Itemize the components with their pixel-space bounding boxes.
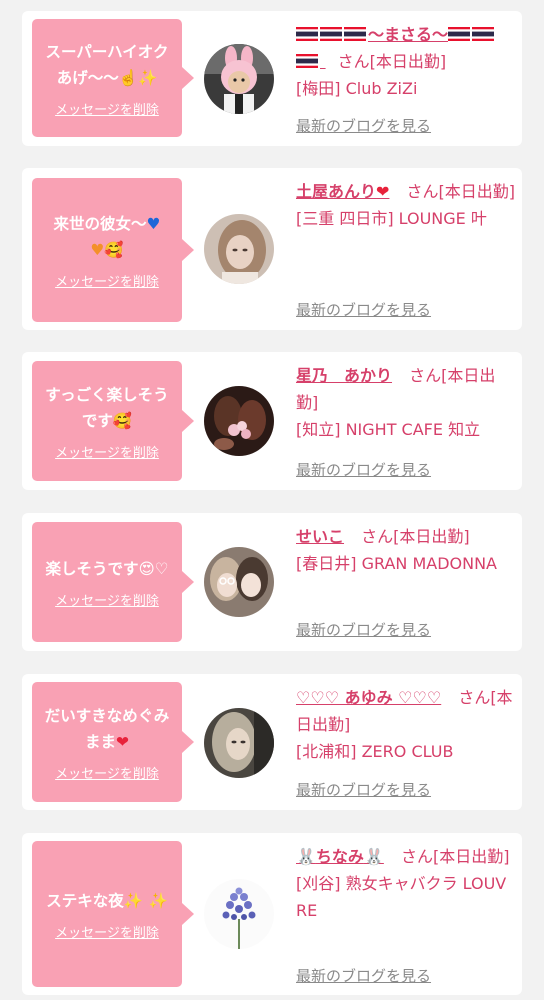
shop-name: [北浦和] ZERO CLUB bbox=[296, 742, 454, 761]
shop-name: [春日井] GRAN MADONNA bbox=[296, 554, 497, 573]
cast-name-text: 〜まさる〜 bbox=[368, 25, 449, 44]
message-card: スーパーハイオクあげ〜〜☝️✨ メッセージを削除 〜まさる〜 さん[本日出勤] … bbox=[22, 11, 522, 146]
message-bubble: だいすきなめぐみまま❤ メッセージを削除 bbox=[32, 682, 194, 802]
message-text-line: 来世の彼女〜 bbox=[53, 214, 147, 233]
message-text: ステキな夜✨ ✨ bbox=[46, 891, 168, 910]
message-card: だいすきなめぐみまま❤ メッセージを削除 ♡♡♡ あゆみ ♡♡♡ さん[本日出勤… bbox=[22, 674, 522, 810]
latest-blog-link[interactable]: 最新のブログを見る bbox=[296, 115, 431, 136]
red-heart-icon: ❤ bbox=[376, 182, 390, 201]
delete-message-link[interactable]: メッセージを削除 bbox=[55, 590, 159, 609]
rabbit-icon: 🐰 bbox=[363, 847, 384, 866]
cast-name-text: ちなみ bbox=[315, 847, 364, 866]
message-text-line: 🥰 bbox=[104, 240, 124, 259]
cast-status: さん[本日出勤] bbox=[406, 182, 516, 201]
blurred-woman-avatar-icon[interactable] bbox=[204, 708, 274, 778]
message-bubble: 来世の彼女〜♥ ♥🥰 メッセージを削除 bbox=[32, 178, 194, 322]
cast-name-link[interactable]: ♡♡♡ あゆみ ♡♡♡ bbox=[296, 688, 441, 707]
delete-message-link[interactable]: メッセージを削除 bbox=[55, 442, 159, 461]
cast-info: 土屋あんり❤ さん[本日出勤] [三重 四日市] LOUNGE 叶 bbox=[296, 178, 516, 232]
cast-info: せいこ さん[本日出勤] [春日井] GRAN MADONNA bbox=[296, 523, 516, 577]
cast-name-link[interactable]: せいこ bbox=[296, 527, 344, 546]
message-text: 来世の彼女〜♥ ♥🥰 bbox=[54, 211, 161, 263]
delete-message-link[interactable]: メッセージを削除 bbox=[55, 99, 159, 118]
cast-info: 🐰ちなみ🐰 さん[本日出勤] [刈谷] 熟女キャバクラ LOUVRE bbox=[296, 843, 516, 924]
cast-status: さん[本日出勤] bbox=[337, 52, 447, 71]
purple-flower-avatar-icon[interactable] bbox=[204, 879, 274, 949]
latest-blog-link[interactable]: 最新のブログを見る bbox=[296, 619, 431, 640]
blue-heart-icon: ♥ bbox=[146, 214, 161, 233]
message-card: ステキな夜✨ ✨ メッセージを削除 🐰ちなみ🐰 さん[本日出勤] [刈谷] 熟女… bbox=[22, 833, 522, 995]
delete-message-link[interactable]: メッセージを削除 bbox=[55, 922, 159, 941]
latest-blog-link[interactable]: 最新のブログを見る bbox=[296, 965, 431, 986]
red-heart-icon: ❤ bbox=[116, 732, 129, 751]
latest-blog-link[interactable]: 最新のブログを見る bbox=[296, 779, 431, 800]
rabbit-icon: 🐰 bbox=[296, 847, 316, 866]
bunny-hat-person-avatar-icon[interactable] bbox=[204, 44, 274, 114]
message-bubble: ステキな夜✨ ✨ メッセージを削除 bbox=[32, 841, 194, 987]
thailand-flag-icon bbox=[448, 27, 471, 41]
message-text: 楽しそうです😍♡ bbox=[45, 559, 169, 578]
delete-message-link[interactable]: メッセージを削除 bbox=[55, 763, 159, 782]
cast-name-link[interactable]: 星乃 あかり bbox=[296, 366, 392, 385]
two-women-avatar-icon[interactable] bbox=[204, 547, 274, 617]
message-bubble: 楽しそうです😍♡ メッセージを削除 bbox=[32, 522, 194, 642]
message-text: だいすきなめぐみまま❤ bbox=[38, 703, 176, 755]
thailand-flag-icon bbox=[296, 27, 318, 41]
dark-photo-avatar-icon[interactable] bbox=[204, 386, 274, 456]
latest-blog-link[interactable]: 最新のブログを見る bbox=[296, 299, 431, 320]
message-text: スーパーハイオクあげ〜〜☝️✨ bbox=[45, 42, 169, 87]
message-card: 来世の彼女〜♥ ♥🥰 メッセージを削除 土屋あんり❤ さん[本日出勤] [三重 … bbox=[22, 168, 522, 330]
thailand-flag-icon bbox=[296, 54, 318, 68]
cast-info: 〜まさる〜 さん[本日出勤] [梅田] Club ZiZi bbox=[296, 21, 516, 102]
cast-info: 星乃 あかり さん[本日出勤] [知立] NIGHT CAFE 知立 bbox=[296, 362, 516, 443]
shop-name: [知立] NIGHT CAFE 知立 bbox=[296, 420, 481, 439]
thailand-flag-icon bbox=[320, 27, 342, 41]
orange-heart-icon: ♥ bbox=[90, 240, 105, 259]
delete-message-link[interactable]: メッセージを削除 bbox=[55, 271, 159, 290]
shop-name: [刈谷] 熟女キャバクラ LOUVRE bbox=[296, 874, 507, 920]
cast-name-text: 土屋あんり bbox=[296, 182, 377, 201]
thailand-flag-icon bbox=[472, 27, 495, 41]
cast-status: さん[本日出勤] bbox=[400, 847, 510, 866]
message-bubble: スーパーハイオクあげ〜〜☝️✨ メッセージを削除 bbox=[32, 19, 194, 137]
latest-blog-link[interactable]: 最新のブログを見る bbox=[296, 459, 431, 480]
message-bubble: すっごく楽しそうです🥰 メッセージを削除 bbox=[32, 361, 194, 481]
message-text-line: だいすきなめぐみまま bbox=[44, 706, 170, 751]
cast-name-link[interactable]: 🐰ちなみ🐰 bbox=[296, 847, 384, 866]
cast-info: ♡♡♡ あゆみ ♡♡♡ さん[本日出勤] [北浦和] ZERO CLUB bbox=[296, 684, 516, 765]
message-card: 楽しそうです😍♡ メッセージを削除 せいこ さん[本日出勤] [春日井] GRA… bbox=[22, 513, 522, 651]
thailand-flag-icon bbox=[344, 27, 366, 41]
message-text: すっごく楽しそうです🥰 bbox=[45, 385, 169, 430]
cast-name-link[interactable]: 土屋あんり❤ bbox=[296, 182, 389, 201]
cast-status: さん[本日出勤] bbox=[361, 527, 470, 546]
message-card: すっごく楽しそうです🥰 メッセージを削除 星乃 あかり さん[本日出勤] [知立… bbox=[22, 352, 522, 490]
shop-name: [梅田] Club ZiZi bbox=[296, 79, 418, 98]
woman-portrait-avatar-icon[interactable] bbox=[204, 214, 274, 284]
shop-name: [三重 四日市] LOUNGE 叶 bbox=[296, 209, 487, 228]
